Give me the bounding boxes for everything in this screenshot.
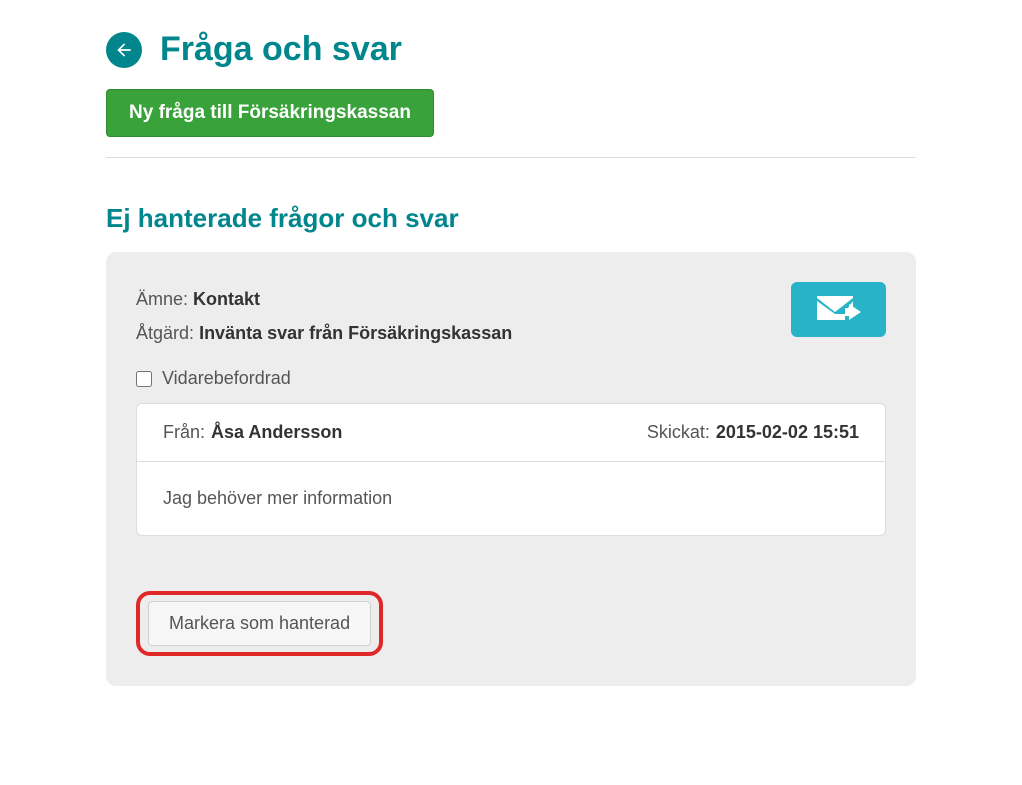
subject-label: Ämne:	[136, 289, 188, 309]
message-body: Jag behöver mer information	[137, 462, 885, 535]
page-container: Fråga och svar Ny fråga till Försäkrings…	[36, 0, 986, 716]
section-title: Ej hanterade frågor och svar	[106, 203, 916, 234]
divider	[106, 157, 916, 158]
arrow-left-icon	[114, 40, 134, 60]
subject-value: Kontakt	[193, 289, 260, 309]
forwarded-checkbox-row[interactable]: Vidarebefordrad	[136, 368, 886, 389]
action-value: Invänta svar från Försäkringskassan	[199, 323, 512, 343]
from-label: Från:	[163, 422, 205, 443]
message-box: Från: Åsa Andersson Skickat: 2015-02-02 …	[136, 403, 886, 536]
envelope-forward-icon	[815, 294, 863, 326]
mark-handled-button[interactable]: Markera som hanterad	[148, 601, 371, 646]
from-value: Åsa Andersson	[211, 422, 342, 443]
sent-value: 2015-02-02 15:51	[716, 422, 859, 443]
mark-handled-highlight: Markera som hanterad	[136, 591, 383, 656]
message-header: Från: Åsa Andersson Skickat: 2015-02-02 …	[137, 404, 885, 462]
card-meta: Ämne: Kontakt Åtgärd: Invänta svar från …	[136, 282, 512, 350]
new-question-button[interactable]: Ny fråga till Försäkringskassan	[106, 89, 434, 137]
forward-button[interactable]	[791, 282, 886, 337]
question-card: Ämne: Kontakt Åtgärd: Invänta svar från …	[106, 252, 916, 686]
page-title: Fråga och svar	[160, 30, 402, 69]
header-row: Fråga och svar	[106, 30, 916, 69]
card-header: Ämne: Kontakt Åtgärd: Invänta svar från …	[136, 282, 886, 350]
action-label: Åtgärd:	[136, 323, 194, 343]
forwarded-checkbox[interactable]	[136, 371, 152, 387]
sent-label: Skickat:	[647, 422, 710, 443]
forwarded-label: Vidarebefordrad	[162, 368, 291, 389]
back-button[interactable]	[106, 32, 142, 68]
